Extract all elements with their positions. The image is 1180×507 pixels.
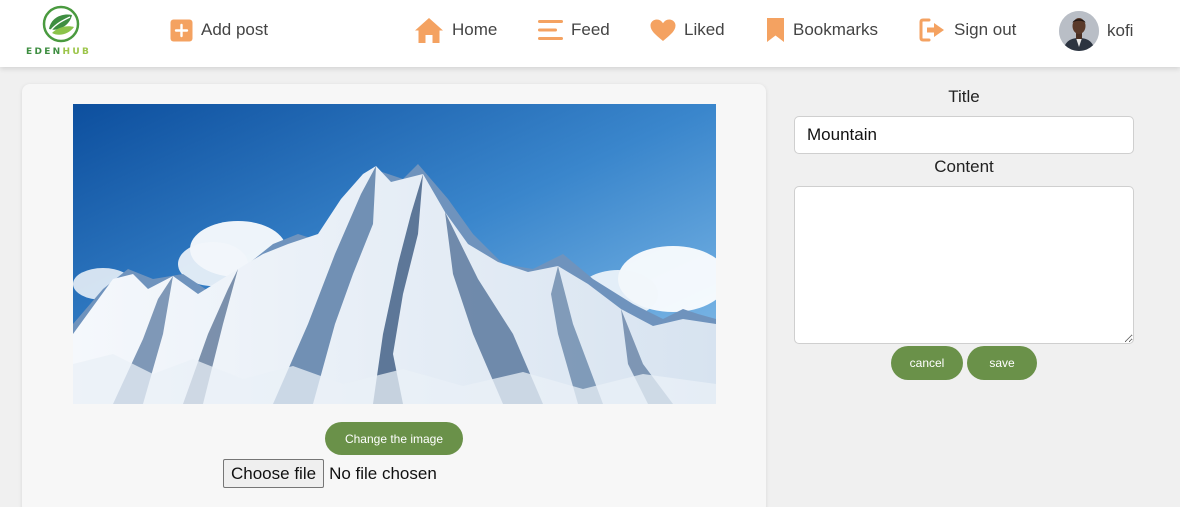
choose-file-button[interactable]: Choose file bbox=[223, 459, 325, 488]
sign-out-arrow-icon bbox=[919, 18, 944, 42]
nav-add-post[interactable]: Add post bbox=[170, 16, 268, 44]
post-image-card: Change the image Choose file No file cho… bbox=[22, 84, 766, 507]
logo-text-hub: HUB bbox=[62, 47, 92, 57]
plus-square-icon bbox=[170, 19, 193, 41]
nav-home[interactable]: Home bbox=[414, 16, 497, 44]
nav-home-label: Home bbox=[452, 20, 498, 39]
nav-sign-out[interactable]: Sign out bbox=[919, 16, 1016, 44]
save-button[interactable]: save bbox=[967, 346, 1037, 380]
nav-sign-out-label: Sign out bbox=[954, 20, 1017, 39]
hamburger-lines-icon bbox=[538, 20, 563, 40]
nav-user-profile[interactable]: kofi bbox=[1059, 11, 1133, 51]
house-icon bbox=[415, 18, 443, 43]
content-textarea[interactable] bbox=[794, 186, 1134, 344]
nav-bookmarks[interactable]: Bookmarks bbox=[766, 16, 878, 44]
logo-text: EDENHUB bbox=[26, 47, 98, 57]
nav-liked[interactable]: Liked bbox=[650, 16, 725, 44]
content-label: Content bbox=[934, 157, 994, 176]
cancel-button[interactable]: cancel bbox=[891, 346, 963, 380]
file-status-text: No file chosen bbox=[329, 463, 437, 483]
heart-icon bbox=[650, 19, 676, 41]
bookmark-icon bbox=[767, 18, 784, 42]
nav-liked-label: Liked bbox=[684, 20, 725, 39]
title-input[interactable] bbox=[794, 116, 1134, 154]
edenhub-logo[interactable]: EDENHUB bbox=[26, 5, 98, 59]
nav-add-post-label: Add post bbox=[201, 20, 269, 39]
user-name: kofi bbox=[1107, 21, 1134, 40]
title-label: Title bbox=[948, 87, 980, 106]
file-picker: Choose file No file chosen bbox=[223, 459, 437, 488]
leaf-logo-icon bbox=[42, 5, 80, 43]
nav-feed[interactable]: Feed bbox=[538, 16, 610, 44]
avatar[interactable] bbox=[1059, 11, 1099, 51]
user-photo bbox=[1059, 11, 1099, 51]
nav-feed-label: Feed bbox=[571, 20, 610, 39]
logo-text-eden: EDEN bbox=[26, 47, 63, 57]
mountain-image bbox=[73, 104, 716, 404]
top-navbar: EDENHUB Add post Home Feed Liked Bookmar… bbox=[0, 0, 1180, 67]
post-image bbox=[73, 104, 716, 404]
change-image-button[interactable]: Change the image bbox=[325, 422, 463, 455]
nav-bookmarks-label: Bookmarks bbox=[793, 20, 879, 39]
